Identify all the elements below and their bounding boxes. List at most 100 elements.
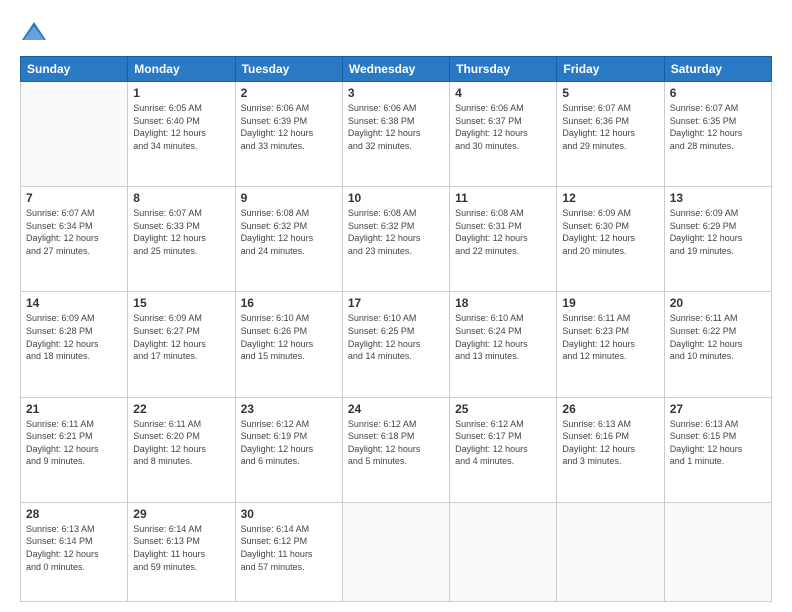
day-number: 27 <box>670 402 766 416</box>
calendar-cell <box>664 502 771 601</box>
day-info: Sunrise: 6:08 AM Sunset: 6:32 PM Dayligh… <box>348 207 444 257</box>
day-number: 23 <box>241 402 337 416</box>
weekday-header-monday: Monday <box>128 57 235 82</box>
calendar-cell: 23 Sunrise: 6:12 AM Sunset: 6:19 PM Dayli… <box>235 397 342 502</box>
calendar-cell: 1 Sunrise: 6:05 AM Sunset: 6:40 PM Daylig… <box>128 82 235 187</box>
day-info: Sunrise: 6:12 AM Sunset: 6:17 PM Dayligh… <box>455 418 551 468</box>
day-info: Sunrise: 6:11 AM Sunset: 6:22 PM Dayligh… <box>670 312 766 362</box>
day-number: 8 <box>133 191 229 205</box>
day-number: 18 <box>455 296 551 310</box>
calendar-cell <box>342 502 449 601</box>
day-info: Sunrise: 6:10 AM Sunset: 6:24 PM Dayligh… <box>455 312 551 362</box>
day-info: Sunrise: 6:10 AM Sunset: 6:25 PM Dayligh… <box>348 312 444 362</box>
day-info: Sunrise: 6:08 AM Sunset: 6:31 PM Dayligh… <box>455 207 551 257</box>
calendar-week-4: 21 Sunrise: 6:11 AM Sunset: 6:21 PM Dayli… <box>21 397 772 502</box>
day-info: Sunrise: 6:11 AM Sunset: 6:23 PM Dayligh… <box>562 312 658 362</box>
weekday-header-row: SundayMondayTuesdayWednesdayThursdayFrid… <box>21 57 772 82</box>
day-info: Sunrise: 6:11 AM Sunset: 6:20 PM Dayligh… <box>133 418 229 468</box>
day-number: 28 <box>26 507 122 521</box>
day-info: Sunrise: 6:06 AM Sunset: 6:39 PM Dayligh… <box>241 102 337 152</box>
day-number: 24 <box>348 402 444 416</box>
day-number: 1 <box>133 86 229 100</box>
calendar-cell <box>557 502 664 601</box>
calendar-cell: 14Sunrise: 6:09 AM Sunset: 6:28 PM Dayli… <box>21 292 128 397</box>
day-number: 19 <box>562 296 658 310</box>
calendar-week-2: 7 Sunrise: 6:07 AM Sunset: 6:34 PM Daylig… <box>21 187 772 292</box>
calendar-cell: 11 Sunrise: 6:08 AM Sunset: 6:31 PM Dayli… <box>450 187 557 292</box>
calendar: SundayMondayTuesdayWednesdayThursdayFrid… <box>20 56 772 602</box>
calendar-cell: 5 Sunrise: 6:07 AM Sunset: 6:36 PM Daylig… <box>557 82 664 187</box>
day-info: Sunrise: 6:09 AM Sunset: 6:29 PM Dayligh… <box>670 207 766 257</box>
header <box>20 18 772 46</box>
calendar-cell: 21 Sunrise: 6:11 AM Sunset: 6:21 PM Dayli… <box>21 397 128 502</box>
day-number: 26 <box>562 402 658 416</box>
day-info: Sunrise: 6:12 AM Sunset: 6:19 PM Dayligh… <box>241 418 337 468</box>
day-number: 20 <box>670 296 766 310</box>
weekday-header-thursday: Thursday <box>450 57 557 82</box>
day-info: Sunrise: 6:09 AM Sunset: 6:30 PM Dayligh… <box>562 207 658 257</box>
day-info: Sunrise: 6:09 AM Sunset: 6:27 PM Dayligh… <box>133 312 229 362</box>
day-number: 4 <box>455 86 551 100</box>
day-info: Sunrise: 6:12 AM Sunset: 6:18 PM Dayligh… <box>348 418 444 468</box>
day-number: 7 <box>26 191 122 205</box>
day-info: Sunrise: 6:05 AM Sunset: 6:40 PM Dayligh… <box>133 102 229 152</box>
day-info: Sunrise: 6:10 AM Sunset: 6:26 PM Dayligh… <box>241 312 337 362</box>
day-number: 6 <box>670 86 766 100</box>
day-number: 30 <box>241 507 337 521</box>
day-info: Sunrise: 6:14 AM Sunset: 6:12 PM Dayligh… <box>241 523 337 573</box>
weekday-header-saturday: Saturday <box>664 57 771 82</box>
calendar-cell: 2 Sunrise: 6:06 AM Sunset: 6:39 PM Daylig… <box>235 82 342 187</box>
calendar-cell: 30 Sunrise: 6:14 AM Sunset: 6:12 PM Dayli… <box>235 502 342 601</box>
calendar-cell: 20 Sunrise: 6:11 AM Sunset: 6:22 PM Dayli… <box>664 292 771 397</box>
day-info: Sunrise: 6:13 AM Sunset: 6:15 PM Dayligh… <box>670 418 766 468</box>
calendar-cell: 10 Sunrise: 6:08 AM Sunset: 6:32 PM Dayli… <box>342 187 449 292</box>
day-number: 5 <box>562 86 658 100</box>
calendar-cell: 3 Sunrise: 6:06 AM Sunset: 6:38 PM Daylig… <box>342 82 449 187</box>
calendar-cell: 16Sunrise: 6:10 AM Sunset: 6:26 PM Dayli… <box>235 292 342 397</box>
day-number: 29 <box>133 507 229 521</box>
day-info: Sunrise: 6:13 AM Sunset: 6:16 PM Dayligh… <box>562 418 658 468</box>
day-number: 13 <box>670 191 766 205</box>
calendar-cell: 8Sunrise: 6:07 AM Sunset: 6:33 PM Daylig… <box>128 187 235 292</box>
calendar-cell: 27 Sunrise: 6:13 AM Sunset: 6:15 PM Dayli… <box>664 397 771 502</box>
day-number: 21 <box>26 402 122 416</box>
calendar-cell: 12Sunrise: 6:09 AM Sunset: 6:30 PM Dayli… <box>557 187 664 292</box>
calendar-week-3: 14Sunrise: 6:09 AM Sunset: 6:28 PM Dayli… <box>21 292 772 397</box>
calendar-cell: 24 Sunrise: 6:12 AM Sunset: 6:18 PM Dayli… <box>342 397 449 502</box>
page: SundayMondayTuesdayWednesdayThursdayFrid… <box>0 0 792 612</box>
day-info: Sunrise: 6:13 AM Sunset: 6:14 PM Dayligh… <box>26 523 122 573</box>
day-info: Sunrise: 6:14 AM Sunset: 6:13 PM Dayligh… <box>133 523 229 573</box>
weekday-header-sunday: Sunday <box>21 57 128 82</box>
day-number: 10 <box>348 191 444 205</box>
calendar-cell: 13 Sunrise: 6:09 AM Sunset: 6:29 PM Dayli… <box>664 187 771 292</box>
calendar-cell <box>21 82 128 187</box>
calendar-cell: 29 Sunrise: 6:14 AM Sunset: 6:13 PM Dayli… <box>128 502 235 601</box>
logo-icon <box>20 18 48 46</box>
calendar-cell: 17 Sunrise: 6:10 AM Sunset: 6:25 PM Dayli… <box>342 292 449 397</box>
day-info: Sunrise: 6:09 AM Sunset: 6:28 PM Dayligh… <box>26 312 122 362</box>
day-info: Sunrise: 6:11 AM Sunset: 6:21 PM Dayligh… <box>26 418 122 468</box>
day-info: Sunrise: 6:07 AM Sunset: 6:34 PM Dayligh… <box>26 207 122 257</box>
calendar-week-1: 1 Sunrise: 6:05 AM Sunset: 6:40 PM Daylig… <box>21 82 772 187</box>
day-info: Sunrise: 6:07 AM Sunset: 6:36 PM Dayligh… <box>562 102 658 152</box>
weekday-header-friday: Friday <box>557 57 664 82</box>
day-info: Sunrise: 6:08 AM Sunset: 6:32 PM Dayligh… <box>241 207 337 257</box>
day-number: 3 <box>348 86 444 100</box>
day-number: 17 <box>348 296 444 310</box>
calendar-cell: 26 Sunrise: 6:13 AM Sunset: 6:16 PM Dayli… <box>557 397 664 502</box>
calendar-cell: 9 Sunrise: 6:08 AM Sunset: 6:32 PM Daylig… <box>235 187 342 292</box>
calendar-cell: 4 Sunrise: 6:06 AM Sunset: 6:37 PM Daylig… <box>450 82 557 187</box>
day-info: Sunrise: 6:06 AM Sunset: 6:37 PM Dayligh… <box>455 102 551 152</box>
calendar-cell: 18 Sunrise: 6:10 AM Sunset: 6:24 PM Dayli… <box>450 292 557 397</box>
day-number: 15 <box>133 296 229 310</box>
calendar-cell: 28 Sunrise: 6:13 AM Sunset: 6:14 PM Dayli… <box>21 502 128 601</box>
day-info: Sunrise: 6:06 AM Sunset: 6:38 PM Dayligh… <box>348 102 444 152</box>
calendar-cell: 7 Sunrise: 6:07 AM Sunset: 6:34 PM Daylig… <box>21 187 128 292</box>
day-info: Sunrise: 6:07 AM Sunset: 6:35 PM Dayligh… <box>670 102 766 152</box>
day-number: 9 <box>241 191 337 205</box>
logo <box>20 18 52 46</box>
calendar-cell: 25Sunrise: 6:12 AM Sunset: 6:17 PM Dayli… <box>450 397 557 502</box>
day-number: 11 <box>455 191 551 205</box>
weekday-header-wednesday: Wednesday <box>342 57 449 82</box>
day-number: 2 <box>241 86 337 100</box>
